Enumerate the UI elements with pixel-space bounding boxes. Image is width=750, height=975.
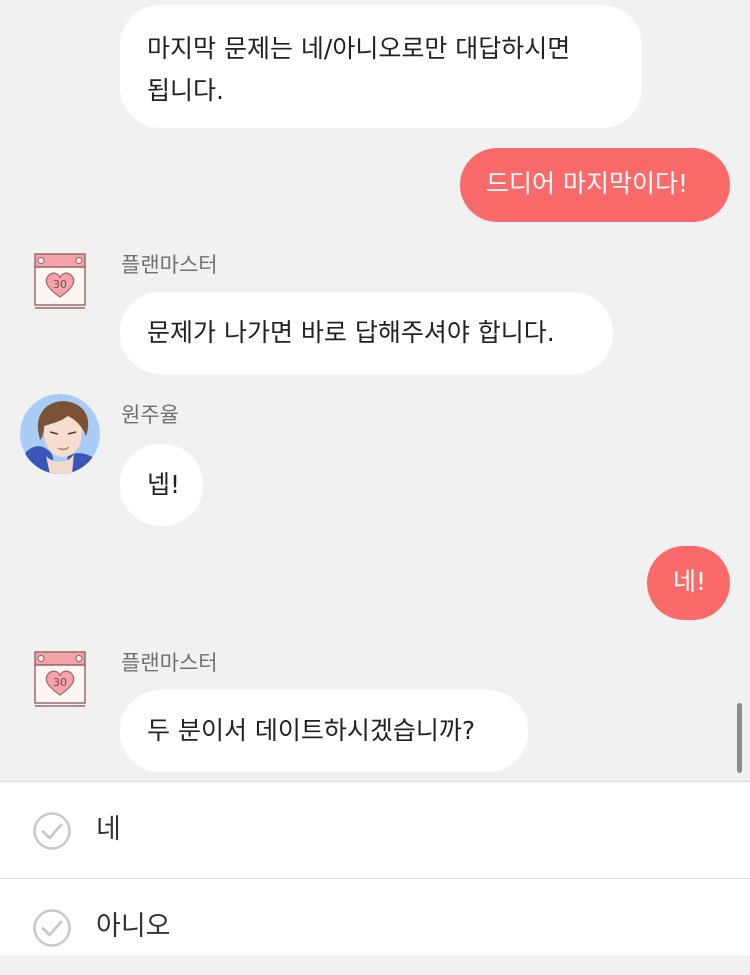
message-text-line1: 마지막 문제는 네/아니오로만 대답하시면 <box>147 34 571 63</box>
message-text: 두 분이서 데이트하시겠습니까? <box>147 716 476 745</box>
message-bubble: 넵! <box>120 444 203 526</box>
sender-name: 원주율 <box>121 403 179 427</box>
user-message-bubble: 네! <box>647 546 730 620</box>
message-bubble: 마지막 문제는 네/아니오로만 대답하시면 됩니다. <box>120 5 642 128</box>
answer-options: 네 아니오 <box>0 781 750 955</box>
calendar-number: 30 <box>53 676 67 689</box>
scrollbar[interactable] <box>737 703 742 773</box>
sender-name: 플랜마스터 <box>121 253 218 277</box>
calendar-avatar-icon[interactable]: 30 <box>33 651 87 709</box>
message-text: 문제가 나가면 바로 답해주셔야 합니다. <box>147 318 555 347</box>
message-text: 네! <box>673 567 707 596</box>
message-bubble: 문제가 나가면 바로 답해주셔야 합니다. <box>120 292 613 374</box>
sender-name: 플랜마스터 <box>121 651 218 675</box>
option-no[interactable]: 아니오 <box>0 879 750 975</box>
option-label: 네 <box>96 814 121 845</box>
message-text-line2: 됩니다. <box>147 76 224 105</box>
user-message-bubble: 드디어 마지막이다! <box>460 148 730 222</box>
option-label: 아니오 <box>96 911 171 942</box>
check-circle-icon <box>33 812 71 850</box>
check-circle-icon <box>33 909 71 947</box>
message-text: 넵! <box>147 470 181 499</box>
option-yes[interactable]: 네 <box>0 782 750 878</box>
chat-area[interactable]: 마지막 문제는 네/아니오로만 대답하시면 됩니다. 드디어 마지막이다! 30… <box>0 0 750 781</box>
calendar-avatar-icon[interactable]: 30 <box>33 253 87 311</box>
calendar-number: 30 <box>53 278 67 291</box>
message-text: 드디어 마지막이다! <box>486 169 688 198</box>
message-bubble: 두 분이서 데이트하시겠습니까? <box>120 690 528 772</box>
profile-avatar-icon[interactable] <box>20 394 100 474</box>
